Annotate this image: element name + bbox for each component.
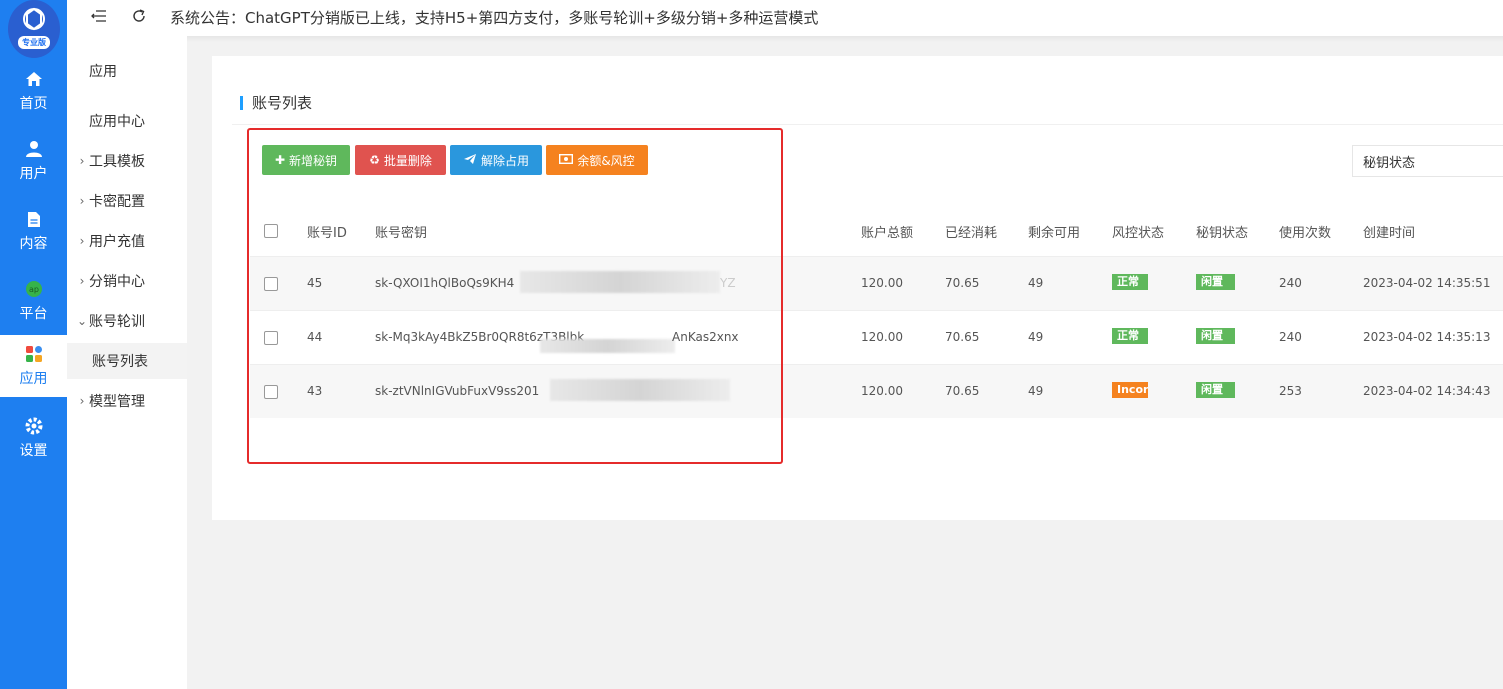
rail-label: 设置 — [19, 443, 48, 459]
submenu-item-label: 卡密配置 — [89, 194, 145, 210]
cell-remain: 49 — [1028, 330, 1044, 344]
select-value: 秘钥状态 — [1363, 155, 1416, 171]
top-bar: 系统公告：ChatGPT分销版已上线，支持H5+第四方支付，多账号轮训+多级分销… — [67, 0, 1503, 36]
rail-item-users[interactable]: 用户 — [0, 128, 67, 194]
rail-label: 内容 — [19, 236, 48, 252]
column-header[interactable]: 秘钥状态 — [1196, 222, 1248, 241]
rail-item-content[interactable]: 内容 — [0, 198, 67, 264]
cell-used: 70.65 — [945, 276, 980, 290]
cell-count: 253 — [1279, 384, 1302, 398]
submenu-item-label: 账号列表 — [92, 354, 148, 370]
submenu-item-label: 应用中心 — [89, 114, 145, 130]
key-status-select[interactable]: 秘钥状态 — [1352, 145, 1503, 177]
submenu-header-label: 应用 — [89, 64, 117, 80]
edition-badge: 专业版 — [18, 36, 50, 49]
cell-total: 120.00 — [861, 276, 903, 290]
submenu-item-label: 用户充值 — [89, 234, 145, 250]
chevron-right-icon: › — [79, 154, 85, 168]
title-accent-bar — [240, 95, 243, 110]
user-icon — [24, 139, 44, 159]
rail-label: 用户 — [19, 166, 48, 182]
submenu-item-tool-templates[interactable]: › 工具模板 — [67, 143, 187, 179]
cell-remain: 49 — [1028, 276, 1044, 290]
column-header[interactable]: 风控状态 — [1112, 222, 1164, 241]
gear-icon — [24, 416, 44, 436]
column-header[interactable]: 创建时间 — [1363, 222, 1415, 241]
rail-label: 应用 — [19, 371, 48, 387]
submenu-item-label: 分销中心 — [89, 274, 145, 290]
card-title: 账号列表 — [240, 92, 312, 113]
column-header[interactable]: 账户总额 — [861, 222, 913, 241]
cell-created: 2023-04-02 14:35:13 — [1363, 330, 1491, 344]
divider — [232, 124, 1503, 125]
home-icon — [24, 69, 44, 89]
column-header[interactable]: 已经消耗 — [945, 222, 997, 241]
chevron-down-icon: ⌄ — [76, 314, 88, 328]
rail-item-settings[interactable]: 设置 — [0, 405, 67, 471]
cell-total: 120.00 — [861, 384, 903, 398]
refresh-icon[interactable] — [129, 6, 149, 26]
submenu-item-recharge[interactable]: › 用户充值 — [67, 223, 187, 259]
submenu-item-distribution[interactable]: › 分销中心 — [67, 263, 187, 299]
menu-collapse-icon[interactable] — [89, 6, 109, 26]
openai-logo-icon — [10, 0, 58, 38]
rail-label: 平台 — [19, 306, 48, 322]
risk-status-badge: 正常 — [1112, 328, 1148, 344]
cell-remain: 49 — [1028, 384, 1044, 398]
card-title-text: 账号列表 — [252, 94, 313, 112]
chevron-right-icon: › — [79, 234, 85, 248]
rail-item-apps[interactable]: 应用 — [0, 335, 67, 397]
submenu-item-label: 模型管理 — [89, 394, 145, 410]
risk-status-badge: Incor — [1112, 382, 1148, 398]
key-status-badge: 闲置 — [1196, 382, 1235, 398]
rail-item-platform[interactable]: ap 平台 — [0, 268, 67, 334]
chevron-right-icon: › — [79, 274, 85, 288]
cell-created: 2023-04-02 14:34:43 — [1363, 384, 1491, 398]
submenu-header: 应用 — [67, 53, 187, 89]
topbar-shadow — [187, 36, 1503, 42]
column-header[interactable]: 剩余可用 — [1028, 222, 1080, 241]
cell-total: 120.00 — [861, 330, 903, 344]
risk-status-badge: 正常 — [1112, 274, 1148, 290]
chevron-right-icon: › — [79, 194, 85, 208]
key-status-badge: 闲置 — [1196, 274, 1235, 290]
system-notice: 系统公告：ChatGPT分销版已上线，支持H5+第四方支付，多账号轮训+多级分销… — [170, 9, 819, 27]
chevron-right-icon: › — [79, 394, 85, 408]
sub-menu: 应用 应用中心 › 工具模板 › 卡密配置 › 用户充值 › 分销中心 ⌄ 账号… — [67, 0, 187, 689]
icon-rail: 专业版 首页 用户 内容 ap 平台 应用 设置 — [0, 0, 67, 689]
submenu-item-account-rotation[interactable]: ⌄ 账号轮训 — [67, 303, 187, 339]
submenu-item-label: 工具模板 — [89, 154, 145, 170]
submenu-item-account-list[interactable]: 账号列表 — [67, 343, 187, 379]
cell-count: 240 — [1279, 276, 1302, 290]
cell-count: 240 — [1279, 330, 1302, 344]
apps-icon — [24, 344, 44, 364]
svg-text:ap: ap — [29, 285, 39, 294]
cell-created: 2023-04-02 14:35:51 — [1363, 276, 1491, 290]
rail-label: 首页 — [19, 96, 48, 112]
column-header[interactable]: 使用次数 — [1279, 222, 1331, 241]
cell-used: 70.65 — [945, 330, 980, 344]
rail-item-home[interactable]: 首页 — [0, 58, 67, 124]
cell-used: 70.65 — [945, 384, 980, 398]
highlight-box — [247, 128, 783, 464]
submenu-item-card-config[interactable]: › 卡密配置 — [67, 183, 187, 219]
submenu-item-app-center[interactable]: 应用中心 — [67, 103, 187, 139]
key-status-badge: 闲置 — [1196, 328, 1235, 344]
submenu-item-label: 账号轮训 — [89, 314, 145, 330]
platform-icon: ap — [24, 279, 44, 299]
submenu-item-model-management[interactable]: › 模型管理 — [67, 383, 187, 419]
brand-logo[interactable]: 专业版 — [8, 0, 60, 58]
document-icon — [24, 209, 44, 229]
